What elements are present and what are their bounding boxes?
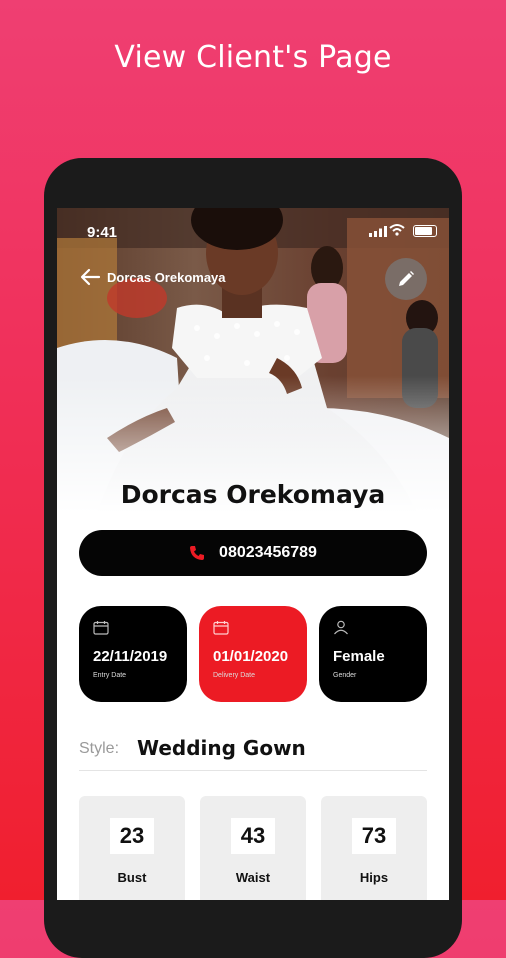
gender-value: Female bbox=[333, 648, 385, 665]
call-button[interactable]: 08023456789 bbox=[79, 530, 427, 576]
delivery-date-value: 01/01/2020 bbox=[213, 648, 289, 665]
measurement-value: 23 bbox=[110, 818, 154, 854]
measurement-card-waist[interactable]: 43 Waist bbox=[200, 796, 306, 900]
entry-date-value: 22/11/2019 bbox=[93, 648, 168, 665]
client-name: Dorcas Orekomaya bbox=[120, 480, 386, 509]
calendar-icon bbox=[93, 621, 109, 635]
measurement-label: Bust bbox=[117, 870, 147, 885]
measurements: 23 Bust 43 Waist 73 Hips bbox=[79, 796, 427, 900]
nav-title: Dorcas Orekomaya bbox=[107, 269, 226, 285]
entry-date-label: Entry Date bbox=[93, 672, 127, 679]
measurement-card-hips[interactable]: 73 Hips bbox=[321, 796, 427, 900]
battery-icon bbox=[413, 225, 437, 237]
gender-card: Female Gender bbox=[319, 606, 427, 702]
back-arrow-icon[interactable] bbox=[79, 267, 101, 287]
status-bar: 9:41 bbox=[57, 208, 449, 252]
style-label: Style: bbox=[79, 740, 120, 757]
measurement-value: 73 bbox=[352, 818, 396, 854]
delivery-date-label: Delivery Date bbox=[213, 672, 256, 679]
top-nav: Dorcas Orekomaya bbox=[79, 265, 226, 289]
gender-label: Gender bbox=[333, 672, 357, 679]
style-row: Style: Wedding Gown bbox=[79, 736, 427, 771]
phone-number: 08023456789 bbox=[219, 544, 317, 561]
measurement-value: 43 bbox=[231, 818, 275, 854]
style-value: Wedding Gown bbox=[137, 736, 306, 760]
measurement-card-bust[interactable]: 23 Bust bbox=[79, 796, 185, 900]
delivery-date-card: 01/01/2020 Delivery Date bbox=[199, 606, 307, 702]
edit-pencil-icon bbox=[399, 271, 414, 286]
entry-date-card: 22/11/2019 Entry Date bbox=[79, 606, 187, 702]
measurement-label: Hips bbox=[359, 870, 389, 885]
user-icon bbox=[334, 620, 348, 635]
signal-icon bbox=[369, 226, 387, 237]
promo-title: View Client's Page bbox=[114, 40, 392, 75]
calendar-icon bbox=[213, 621, 229, 635]
phone-icon bbox=[190, 546, 205, 560]
measurement-label: Waist bbox=[235, 870, 271, 885]
edit-button[interactable] bbox=[385, 258, 427, 300]
client-screen: 9:41 Dorcas Orekomaya Dorcas Orekomaya 0… bbox=[57, 208, 449, 900]
info-cards: 22/11/2019 Entry Date 01/01/2020 Deliver… bbox=[79, 606, 427, 702]
client-photo bbox=[57, 208, 449, 513]
status-time: 9:41 bbox=[87, 224, 118, 241]
wifi-icon bbox=[389, 224, 405, 236]
